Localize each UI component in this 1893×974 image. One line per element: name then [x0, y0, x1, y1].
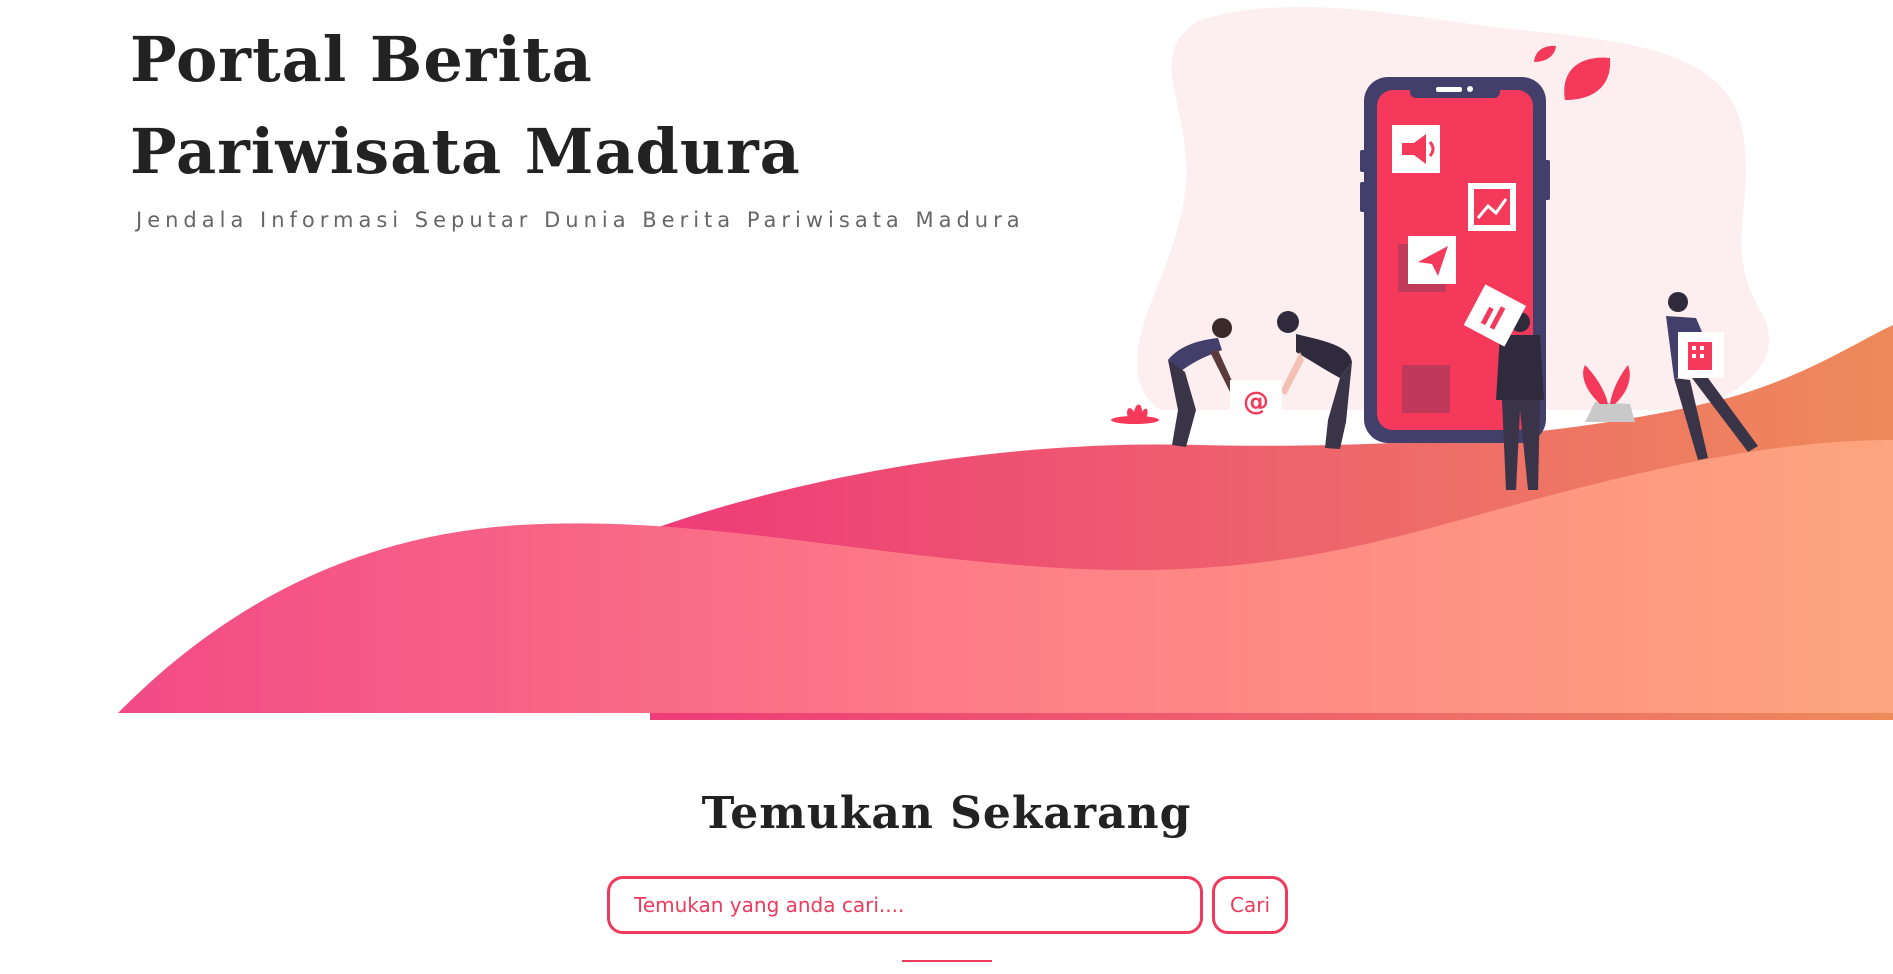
- hero-title-line-1: Portal Berita: [130, 23, 593, 96]
- paper-plane-icon: [1398, 236, 1456, 292]
- chart-icon: [1468, 183, 1516, 231]
- search-heading: Temukan Sekarang: [701, 788, 1192, 839]
- hero-section: @ Portal Berita Pariwisata Madura Jendal…: [0, 0, 1893, 720]
- accent-divider: [902, 960, 992, 962]
- email-box: @: [1230, 380, 1282, 420]
- hero-subtitle: Jendala Informasi Seputar Dunia Berita P…: [136, 208, 1025, 232]
- phone-tile: [1402, 365, 1450, 413]
- search-button[interactable]: Cari: [1212, 876, 1288, 934]
- search-section: Temukan Sekarang Cari: [0, 780, 1893, 974]
- search-input[interactable]: [607, 876, 1203, 934]
- building-icon: [1678, 332, 1724, 378]
- hero-title: Portal Berita Pariwisata Madura: [130, 14, 801, 198]
- plant-icon: [1111, 404, 1159, 424]
- search-form: Cari: [607, 876, 1288, 938]
- megaphone-icon: [1392, 125, 1440, 173]
- at-symbol-icon: @: [1243, 387, 1269, 417]
- hero-title-line-2: Pariwisata Madura: [130, 115, 801, 188]
